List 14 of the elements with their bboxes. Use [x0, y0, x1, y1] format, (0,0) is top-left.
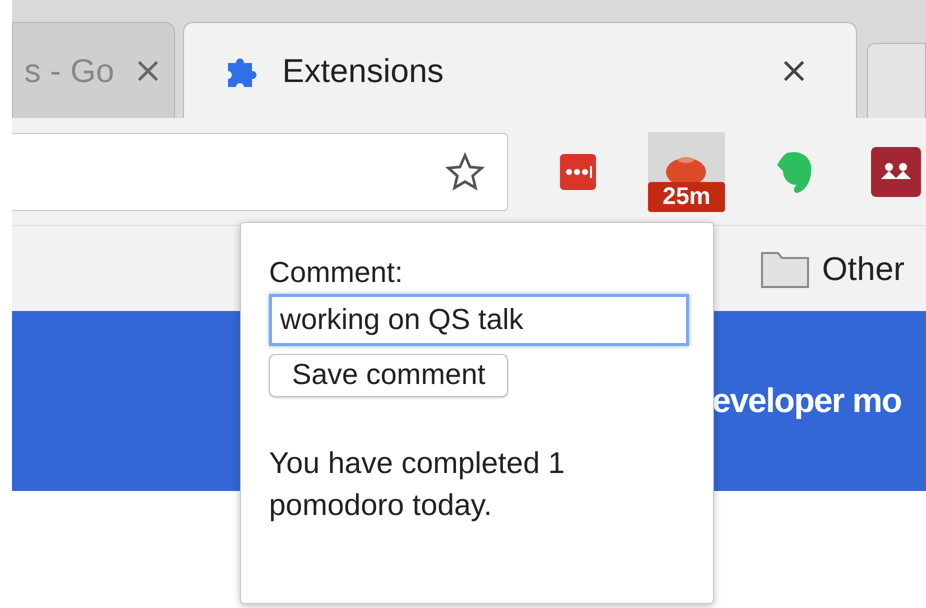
banner-text: eveloper mo	[712, 382, 902, 420]
timer-badge: 25m	[648, 182, 725, 212]
extension-button[interactable]: 25m	[648, 132, 725, 212]
star-icon[interactable]	[444, 152, 485, 192]
close-icon[interactable]	[782, 58, 806, 82]
pomodoro-message: You have completed 1 pomodoro today.	[269, 446, 566, 524]
comment-field[interactable]: working on QS talk	[269, 294, 689, 346]
bookmark-folder[interactable]: Other	[822, 250, 905, 288]
browser-tab[interactable]: Extensions	[183, 22, 857, 118]
save-comment-button[interactable]: Save comment	[269, 354, 508, 397]
people-icon	[870, 146, 921, 196]
comment-label: Comment:	[269, 257, 403, 290]
close-icon[interactable]	[136, 58, 160, 82]
dots-icon	[560, 154, 596, 190]
